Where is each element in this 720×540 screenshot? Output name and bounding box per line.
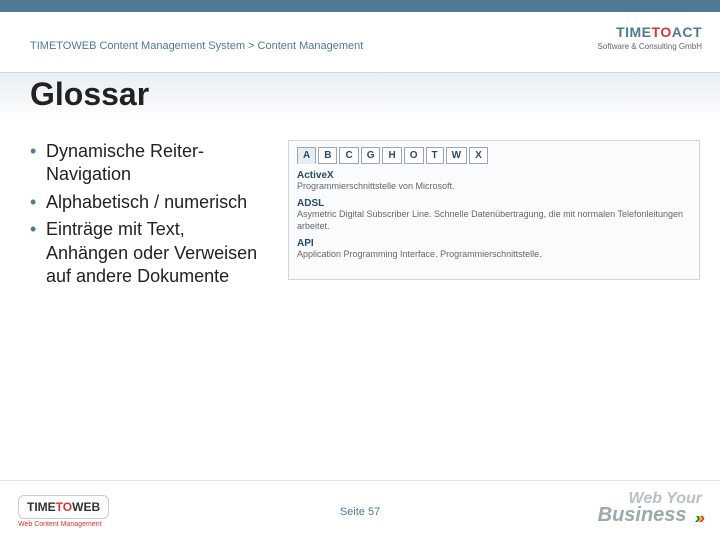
title-band: Glossar	[0, 72, 720, 122]
logo-subtitle: Software & Consulting GmbH	[567, 42, 702, 51]
logo-subtitle: Web Content Management	[18, 521, 148, 528]
bullet-item: Dynamische Reiter-Navigation	[30, 140, 270, 187]
glossary-term: API	[297, 238, 691, 249]
glossary-entry: ActiveXProgrammierschnittstelle von Micr…	[297, 170, 691, 192]
alpha-tab-a[interactable]: A	[297, 147, 316, 164]
page-title: Glossar	[30, 76, 149, 113]
logo-part: WEB	[72, 500, 100, 514]
alpha-tab-o[interactable]: O	[404, 147, 424, 164]
glossary-entries: ActiveXProgrammierschnittstelle von Micr…	[297, 170, 691, 260]
logo-part: TO	[56, 500, 72, 514]
top-accent-bar	[0, 0, 720, 12]
footer: TIMETOWEB Web Content Management Seite 5…	[0, 480, 720, 540]
alpha-tab-t[interactable]: T	[426, 147, 444, 164]
breadcrumb: TIMETOWEB Content Management System > Co…	[30, 40, 363, 52]
alpha-tab-x[interactable]: X	[469, 147, 488, 164]
bullet-item: Einträge mit Text, Anhängen oder Verweis…	[30, 218, 270, 288]
alpha-tabs: ABCGHOTWX	[297, 147, 691, 164]
logo-timetoweb: TIMETOWEB Web Content Management	[18, 495, 148, 528]
slogan-line2: Business	[598, 504, 687, 526]
alpha-tab-g[interactable]: G	[361, 147, 381, 164]
logo-part: TIME	[616, 24, 651, 40]
alpha-tab-c[interactable]: C	[339, 147, 358, 164]
logo-webyourbusiness: Web Your Business ›››	[598, 491, 702, 526]
alpha-tab-h[interactable]: H	[382, 147, 401, 164]
logo-timetoact: TIMETOACT Software & Consulting GmbH	[567, 24, 702, 72]
logo-part: ACT	[672, 24, 702, 40]
content-area: Dynamische Reiter-Navigation Alphabetisc…	[30, 140, 700, 470]
bullet-list: Dynamische Reiter-Navigation Alphabetisc…	[30, 140, 270, 470]
chevron-icon: ›››	[695, 511, 702, 526]
logo-part: TIME	[27, 500, 56, 514]
bullet-item: Alphabetisch / numerisch	[30, 191, 270, 214]
alpha-tab-w[interactable]: W	[446, 147, 467, 164]
alpha-tab-b[interactable]: B	[318, 147, 337, 164]
glossary-term: ADSL	[297, 198, 691, 209]
glossary-desc: Programmierschnittstelle von Microsoft.	[297, 181, 691, 192]
glossary-entry: APIApplication Programming Interface. Pr…	[297, 238, 691, 260]
page-number: Seite 57	[340, 506, 380, 518]
logo-part: TO	[652, 24, 672, 40]
glossary-desc: Application Programming Interface. Progr…	[297, 249, 691, 260]
header: TIMETOWEB Content Management System > Co…	[0, 12, 720, 72]
glossary-entry: ADSLAsymetric Digital Subscriber Line. S…	[297, 198, 691, 232]
glossary-term: ActiveX	[297, 170, 691, 181]
glossary-desc: Asymetric Digital Subscriber Line. Schne…	[297, 209, 691, 232]
glossary-panel: ABCGHOTWX ActiveXProgrammierschnittstell…	[288, 140, 700, 280]
